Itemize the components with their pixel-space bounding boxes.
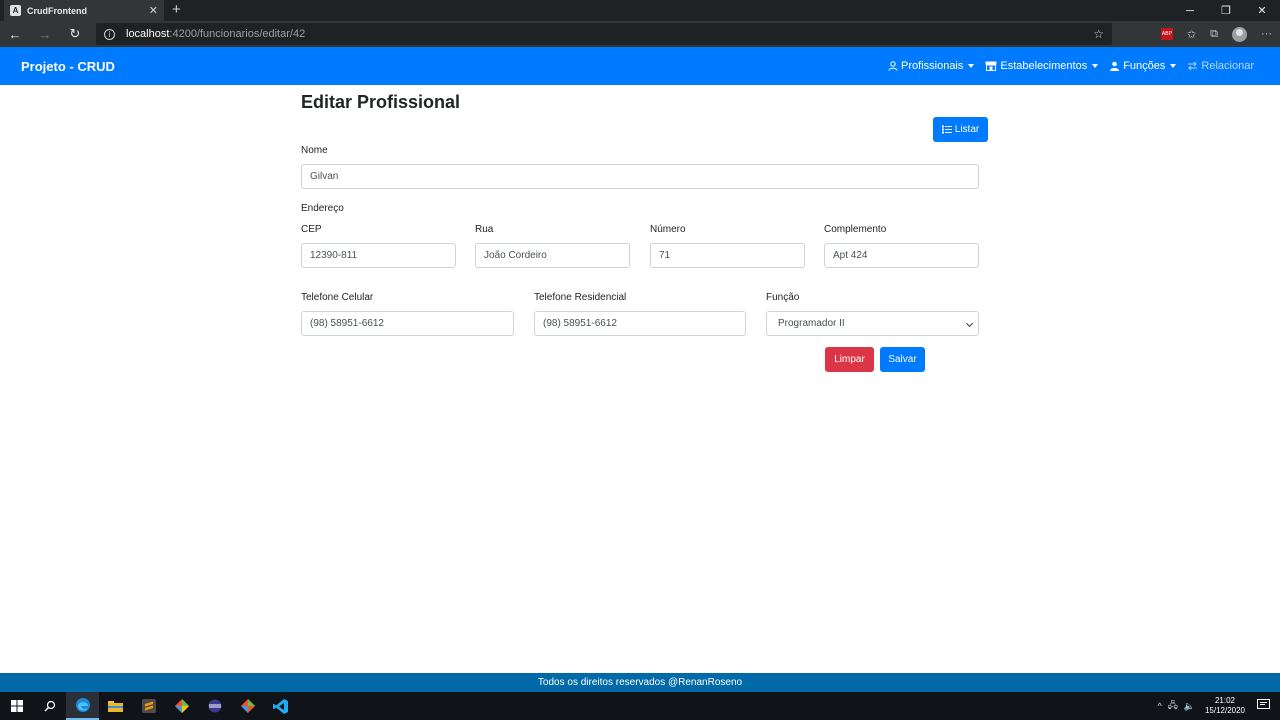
listar-button[interactable]: Listar (933, 117, 988, 142)
funcao-value: Programador II (778, 318, 845, 329)
celular-label: Telefone Celular (301, 292, 374, 303)
numero-input[interactable]: 71 (650, 243, 805, 268)
limpar-button[interactable]: Limpar (825, 347, 874, 372)
adblock-icon[interactable]: ABP (1160, 28, 1173, 40)
nav-profissionais-label: Profissionais (901, 60, 964, 72)
git-icon[interactable] (165, 692, 198, 720)
footer-text: Todos os direitos reservados @RenanRosen… (537, 677, 743, 688)
endereco-label: Endereço (301, 203, 344, 214)
plus-icon[interactable]: + (168, 0, 185, 21)
close-icon[interactable]: ✕ (149, 4, 158, 17)
nav-funcoes-label: Funções (1123, 60, 1166, 72)
rua-value: João Cordeiro (484, 250, 547, 261)
celular-value: (98) 58951-6612 (310, 318, 384, 329)
rua-input[interactable]: João Cordeiro (475, 243, 630, 268)
complemento-label: Complemento (824, 224, 887, 235)
clock-time: 21:02 (1214, 696, 1235, 705)
app-navbar: Projeto - CRUD Profissionais Estabelecim… (0, 47, 1280, 85)
favorites-icon[interactable]: ✩ (1187, 28, 1196, 41)
profile-avatar[interactable] (1232, 26, 1247, 42)
back-icon[interactable]: ← (0, 21, 30, 47)
windows-start-icon[interactable] (0, 692, 33, 720)
nav-estabelecimentos-label: Estabelecimentos (1000, 60, 1088, 72)
volume-icon[interactable]: 🔈 (1184, 701, 1195, 712)
refresh-icon[interactable]: ↻ (60, 21, 90, 47)
chevron-up-icon[interactable]: ^ (1157, 701, 1161, 711)
user-icon (888, 61, 898, 71)
cep-label: CEP (301, 224, 322, 235)
star-icon[interactable]: ☆ (1093, 27, 1104, 41)
minimize-icon[interactable]: ─ (1172, 0, 1208, 21)
network-icon[interactable]: 🖧 (1168, 698, 1178, 714)
nome-input[interactable]: Gilvan (301, 164, 979, 189)
residencial-input[interactable]: (98) 58951-6612 (534, 311, 746, 336)
system-tray: ^ 🖧 🔈 21:02 15/12/2020 (1157, 692, 1280, 720)
collections-icon[interactable]: ⧉ (1210, 28, 1218, 41)
browser-tab[interactable]: A CrudFrontend ✕ (4, 0, 164, 21)
rua-label: Rua (475, 224, 494, 235)
url-path: :4200/funcionarios/editar/42 (169, 28, 306, 40)
address-bar[interactable]: i localhost :4200/funcionarios/editar/42… (96, 23, 1112, 45)
chevron-down-icon (1092, 64, 1099, 68)
tab-title: CrudFrontend (27, 5, 87, 16)
listar-label: Listar (954, 124, 980, 135)
git-gui-icon[interactable] (231, 692, 264, 720)
toolbar-actions: ABP ✩ ⧉ ··· (1160, 21, 1272, 47)
vscode-icon[interactable] (264, 692, 297, 720)
nome-label: Nome (301, 145, 328, 156)
info-icon[interactable]: i (104, 28, 115, 40)
chevron-down-icon (968, 64, 975, 68)
clock[interactable]: 21:02 15/12/2020 (1205, 696, 1245, 716)
cep-input[interactable]: 12390-811 (301, 243, 456, 268)
chevron-down-icon (965, 319, 974, 328)
forward-icon[interactable]: → (30, 21, 60, 47)
complemento-input[interactable]: Apt 424 (824, 243, 979, 268)
numero-value: 71 (659, 250, 671, 261)
nav-funcoes[interactable]: Funções (1109, 60, 1177, 72)
list-icon (941, 125, 952, 134)
nav-menu: Profissionais Estabelecimentos Funções R… (888, 47, 1254, 85)
exchange-icon (1188, 61, 1198, 71)
window-controls: ─ ❐ ✕ (1172, 0, 1280, 21)
edge-icon[interactable] (66, 692, 99, 720)
nome-value: Gilvan (310, 171, 339, 182)
cep-value: 12390-811 (310, 250, 358, 261)
store-icon (985, 61, 997, 71)
page-footer: Todos os direitos reservados @RenanRosen… (0, 673, 1280, 692)
browser-toolbar: ← → ↻ i localhost :4200/funcionarios/edi… (0, 21, 1280, 47)
angular-icon: A (10, 5, 21, 16)
complemento-value: Apt 424 (833, 250, 868, 261)
close-window-icon[interactable]: ✕ (1244, 0, 1280, 21)
funcao-select[interactable]: Programador II (766, 311, 979, 336)
search-icon[interactable] (33, 692, 66, 720)
residencial-value: (98) 58951-6612 (543, 318, 617, 329)
nav-relacionar[interactable]: Relacionar (1187, 60, 1254, 72)
file-explorer-icon[interactable] (99, 692, 132, 720)
eclipse-icon[interactable] (198, 692, 231, 720)
more-icon[interactable]: ··· (1261, 28, 1272, 40)
chevron-down-icon (1170, 64, 1177, 68)
nav-relacionar-label: Relacionar (1201, 60, 1254, 72)
salvar-button[interactable]: Salvar (880, 347, 925, 372)
nav-profissionais[interactable]: Profissionais (888, 60, 975, 72)
celular-input[interactable]: (98) 58951-6612 (301, 311, 514, 336)
funcao-label: Função (766, 292, 800, 303)
url-host: localhost (126, 28, 170, 40)
restore-icon[interactable]: ❐ (1208, 0, 1244, 21)
nav-estabelecimentos[interactable]: Estabelecimentos (985, 60, 1099, 72)
windows-taskbar: ^ 🖧 🔈 21:02 15/12/2020 (0, 692, 1280, 720)
brand[interactable]: Projeto - CRUD (21, 59, 115, 74)
numero-label: Número (650, 224, 686, 235)
browser-tabstrip: A CrudFrontend ✕ + ─ ❐ ✕ (0, 0, 1280, 21)
residencial-label: Telefone Residencial (534, 292, 627, 303)
clock-date: 15/12/2020 (1204, 706, 1245, 715)
users-icon (1110, 61, 1120, 71)
notification-icon[interactable] (1257, 699, 1270, 713)
page-title: Editar Profissional (301, 92, 461, 112)
sublime-text-icon[interactable] (132, 692, 165, 720)
